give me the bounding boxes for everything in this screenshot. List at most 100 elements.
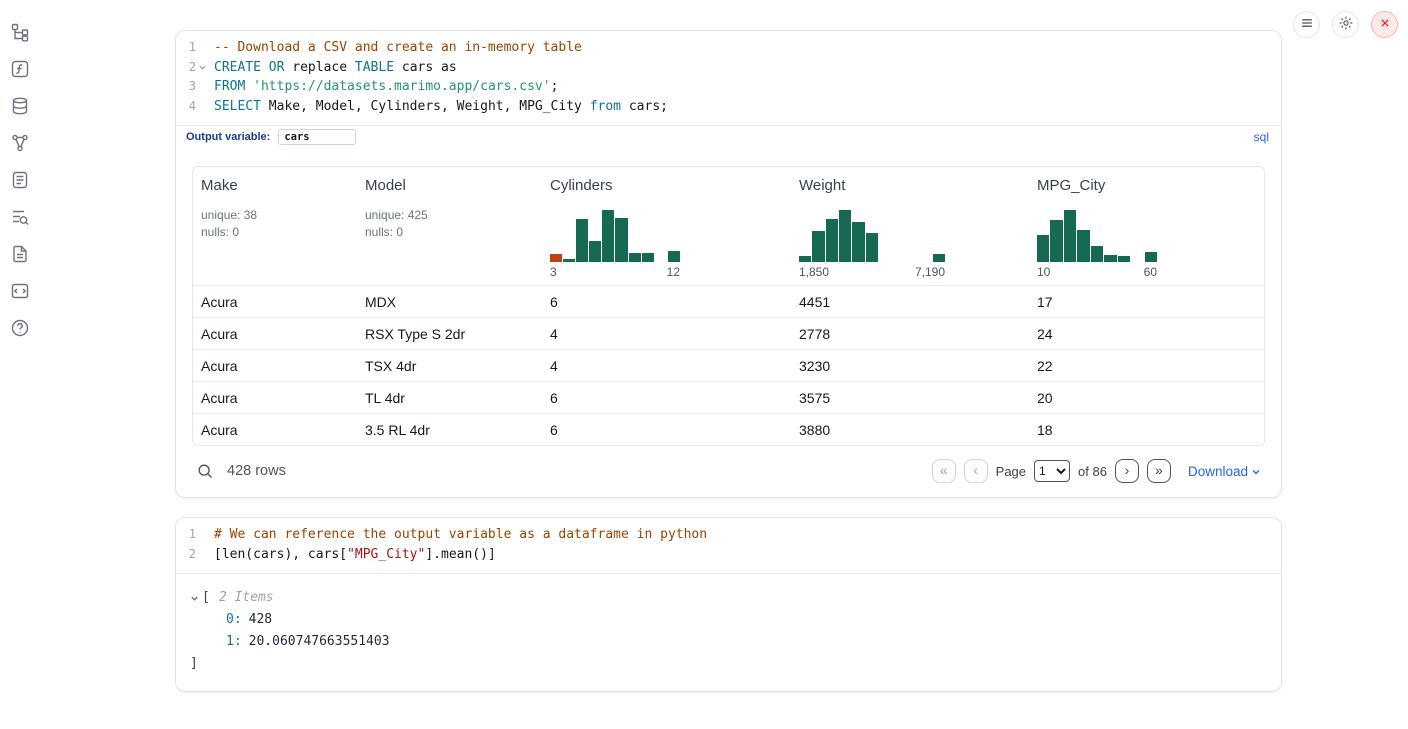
dependency-graph-icon [10, 133, 32, 153]
histogram-bar[interactable] [1077, 230, 1089, 262]
sql-cell: 1-- Download a CSV and create an in-memo… [175, 30, 1282, 498]
code-line[interactable]: 1-- Download a CSV and create an in-memo… [176, 38, 1281, 58]
data-table: Makeunique: 38nulls: 0Modelunique: 425nu… [192, 166, 1265, 446]
code-line[interactable]: 4SELECT Make, Model, Cylinders, Weight, … [176, 97, 1281, 117]
table-cell: 24 [1029, 318, 1264, 349]
histogram-bar[interactable] [866, 233, 878, 262]
row-count: 428 rows [227, 463, 286, 479]
histogram-bar[interactable] [839, 210, 851, 262]
histogram-bar[interactable] [589, 241, 601, 262]
histogram-bar[interactable] [550, 254, 562, 262]
tree-key: 1: [226, 634, 242, 649]
sidebar-item-data-sources[interactable] [10, 95, 32, 117]
sql-code-editor[interactable]: 1-- Download a CSV and create an in-memo… [176, 31, 1281, 125]
histogram-bar[interactable] [1037, 235, 1049, 262]
column-header-MPG_City[interactable]: MPG_City1060 [1029, 167, 1264, 285]
histogram-bar[interactable] [1104, 255, 1116, 262]
table-row[interactable]: AcuraMDX6445117 [193, 285, 1264, 317]
table-cell: 2778 [791, 318, 1029, 349]
prev-page-button[interactable]: ‹ [964, 459, 988, 483]
code-line[interactable]: 2CREATE OR replace TABLE cars as [176, 58, 1281, 78]
search-icon[interactable] [196, 462, 214, 480]
histogram-bar[interactable] [576, 219, 588, 262]
tree-key: 0: [226, 612, 242, 627]
histogram-bar[interactable] [799, 256, 811, 262]
tree-entry: 1:20.060747663551403 [190, 631, 1267, 653]
column-header-Weight[interactable]: Weight1,8507,190 [791, 167, 1029, 285]
sidebar-item-logs[interactable] [10, 206, 32, 228]
line-number: 3 [176, 77, 196, 97]
column-header-Make[interactable]: Makeunique: 38nulls: 0 [193, 167, 357, 285]
close-icon [1377, 15, 1393, 34]
code-line[interactable]: 3FROM 'https://datasets.marimo.app/cars.… [176, 77, 1281, 97]
menu-button[interactable] [1293, 11, 1320, 38]
histogram-bar[interactable] [1064, 210, 1076, 262]
histogram-bar[interactable] [933, 254, 945, 262]
next-page-button[interactable]: › [1115, 459, 1139, 483]
histogram-bar[interactable] [812, 231, 824, 262]
shutdown-button[interactable] [1371, 11, 1398, 38]
sidebar-item-snippets[interactable] [10, 280, 32, 302]
last-page-button[interactable]: » [1147, 459, 1171, 483]
documentation-icon [10, 244, 32, 264]
sidebar-item-documentation[interactable] [10, 243, 32, 265]
histogram-min-label: 3 [550, 265, 557, 279]
column-header-Model[interactable]: Modelunique: 425nulls: 0 [357, 167, 542, 285]
column-histogram: 3 12 [550, 210, 680, 279]
histogram-bar[interactable] [642, 253, 654, 262]
sidebar-item-dependencies[interactable] [10, 132, 32, 154]
download-button[interactable]: Download [1188, 464, 1261, 479]
unique-count: unique: 425 [365, 207, 428, 224]
table-cell: 18 [1029, 414, 1264, 445]
table-cell: Acura [193, 382, 357, 413]
table-cell: Acura [193, 350, 357, 381]
histogram-bar[interactable] [1118, 256, 1130, 262]
code-line[interactable]: 1# We can reference the output variable … [176, 525, 1281, 545]
histogram-bar[interactable] [1145, 252, 1157, 262]
histogram-bar[interactable] [668, 251, 680, 262]
histogram-bar[interactable] [615, 218, 627, 262]
line-number: 2 [176, 545, 196, 565]
histogram-bar[interactable] [602, 210, 614, 262]
table-row[interactable]: AcuraRSX Type S 2dr4277824 [193, 317, 1264, 349]
column-name: Cylinders [550, 177, 613, 194]
table-cell: 3.5 RL 4dr [357, 414, 542, 445]
collapse-icon[interactable] [190, 594, 202, 603]
close-bracket: ] [190, 653, 198, 675]
sidebar-item-file-explorer[interactable] [10, 21, 32, 43]
python-cell-output: [ 2 Items 0:4281:20.060747663551403 ] [176, 573, 1281, 691]
histogram-bar[interactable] [826, 219, 838, 262]
null-count: nulls: 0 [201, 224, 239, 241]
output-variable-input[interactable] [278, 129, 356, 145]
table-cell: TSX 4dr [357, 350, 542, 381]
table-row[interactable]: Acura3.5 RL 4dr6388018 [193, 413, 1264, 445]
tree-entry: 0:428 [190, 609, 1267, 631]
code-line[interactable]: 2[len(cars), cars["MPG_City"].mean()] [176, 545, 1281, 565]
table-row[interactable]: AcuraTL 4dr6357520 [193, 381, 1264, 413]
column-header-Cylinders[interactable]: Cylinders 3 12 [542, 167, 791, 285]
sidebar-item-outline[interactable] [10, 169, 32, 191]
table-cell: 22 [1029, 350, 1264, 381]
histogram-max-label: 12 [667, 265, 680, 279]
page-select[interactable]: 1 [1034, 460, 1070, 482]
column-name: Weight [799, 177, 845, 194]
logs-icon [10, 207, 32, 227]
settings-button[interactable] [1332, 11, 1359, 38]
histogram-bar[interactable] [1050, 220, 1062, 262]
python-code-editor[interactable]: 1# We can reference the output variable … [176, 518, 1281, 573]
table-cell: 6 [542, 286, 791, 317]
sidebar-item-variables[interactable] [10, 58, 32, 80]
histogram-bar[interactable] [563, 259, 575, 262]
table-cell: Acura [193, 318, 357, 349]
first-page-button[interactable]: « [932, 459, 956, 483]
column-histogram: 1060 [1037, 210, 1157, 279]
sidebar-item-help[interactable] [10, 317, 32, 339]
table-row[interactable]: AcuraTSX 4dr4323022 [193, 349, 1264, 381]
histogram-bar[interactable] [629, 253, 641, 262]
histogram-max-label: 7,190 [915, 265, 945, 279]
histogram-bar[interactable] [852, 222, 864, 262]
fold-chevron-icon[interactable] [196, 58, 208, 78]
table-cell: 4 [542, 318, 791, 349]
histogram-bar[interactable] [1091, 246, 1103, 262]
table-cell: TL 4dr [357, 382, 542, 413]
